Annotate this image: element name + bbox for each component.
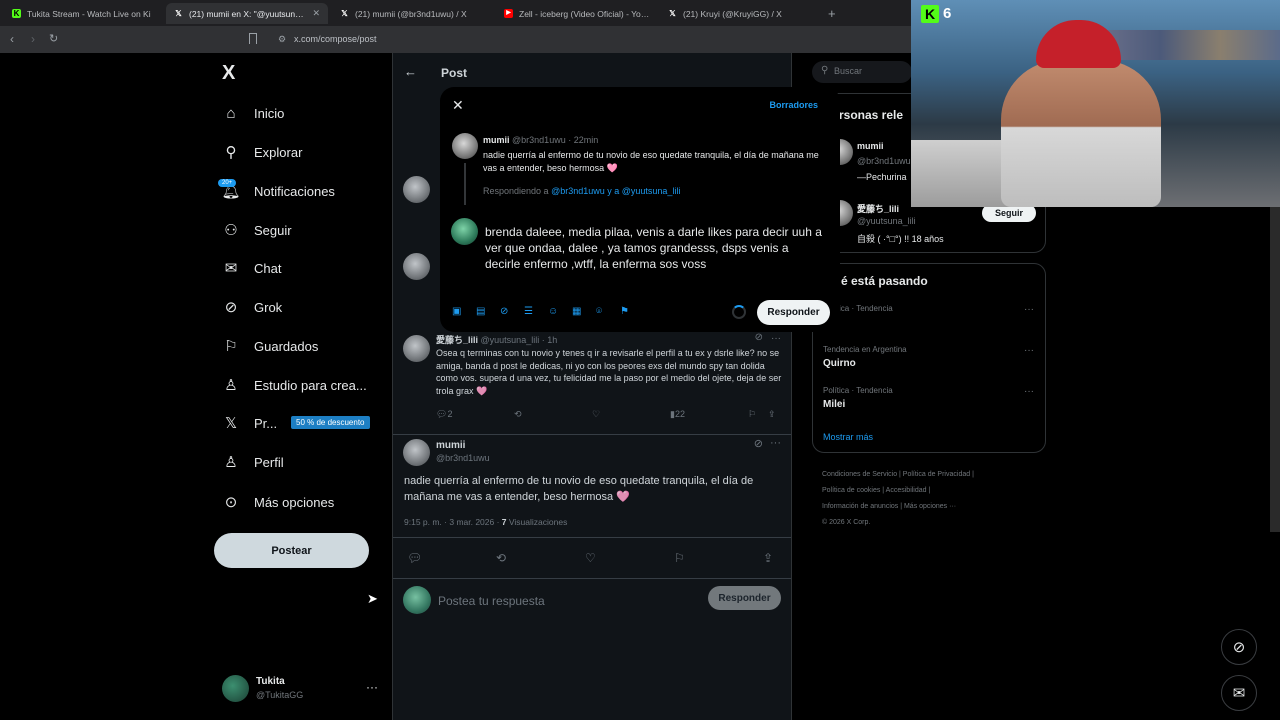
mouse-cursor-icon: ➤ [367,591,378,606]
x-premium-icon: 𝕏 [224,415,238,432]
search-input[interactable]: ⚲ Buscar [812,61,912,83]
more-icon[interactable]: ··· [366,680,378,694]
grok-icon: ⊘ [224,299,238,316]
sidebar-item-grok[interactable]: ⊘ Grok [222,292,282,322]
sidebar-item-guardados[interactable]: ⚐ Guardados [222,331,318,361]
reply-textarea[interactable]: brenda daleee, media pilaa, venis a darl… [485,224,825,272]
youtube-icon: ▶ [504,9,513,18]
poll-icon[interactable]: ☰ [524,306,533,317]
reload-icon[interactable]: ↻ [49,32,58,45]
post-button[interactable]: Postear [214,533,369,568]
scrollbar[interactable] [1270,207,1280,532]
account-handle: @TukitaGG [256,690,304,700]
more-icon[interactable]: ··· [1024,386,1034,397]
gif-icon[interactable]: ▤ [476,306,485,317]
close-icon[interactable]: ✕ [452,97,464,114]
quoted-text: nadie querría al enfermo de tu novio de … [483,150,819,173]
user-name[interactable]: mumii [857,141,884,151]
forward-icon[interactable]: › [31,32,35,46]
browser-tab[interactable]: 𝕏 (21) Kruyi (@KruyiGG) / X [660,3,820,24]
x-icon: 𝕏 [669,9,676,18]
drafts-button[interactable]: Borradores [769,100,818,110]
location-icon[interactable]: ⌾ [596,306,602,317]
avatar [452,133,478,159]
sidebar-item-chat[interactable]: ✉ Chat [222,253,282,283]
more-circle-icon: ⊙ [224,494,238,511]
x-icon: 𝕏 [175,9,182,18]
browser-tab[interactable]: K Tukita Stream - Watch Live on Ki [4,3,164,24]
streamer-cap [1036,20,1121,68]
more-icon[interactable]: ··· [1024,345,1034,356]
bookmark-icon[interactable] [249,33,257,44]
grok-icon[interactable]: ⊘ [500,306,508,317]
schedule-icon[interactable]: ▦ [572,306,581,317]
user-handle: @br3nd1uwu [857,156,911,166]
browser-tab-active[interactable]: 𝕏 (21) mumii en X: "@yuutsuna_lili ✕ [166,3,328,24]
premium-discount-badge: 50 % de descuento [291,416,370,429]
account-name: Tukita [256,676,285,687]
user-name[interactable]: 愛藤ち_lili [857,202,899,215]
viewer-count: 6 [943,5,952,22]
sidebar-item-inicio[interactable]: ⌂ Inicio [222,98,284,128]
sidebar-item-mas-opciones[interactable]: ⊙ Más opciones [222,487,335,517]
profile-icon: ♙ [224,454,238,471]
user-bio: 自殺 ( ·°□°) !! 18 años [857,234,944,244]
browser-tab[interactable]: 𝕏 (21) mumii (@br3nd1uwu) / X [332,3,494,24]
user-bio: —Pechurina [857,172,907,182]
panel-title: rsonas rele [839,108,904,122]
search-icon: ⚲ [821,65,829,76]
messages-floating-icon[interactable]: ✉ [1221,675,1257,711]
flag-icon[interactable]: ⚑ [620,306,629,317]
account-switcher[interactable]: Tukita @TukitaGG ··· [222,674,382,704]
grok-floating-icon[interactable]: ⊘ [1221,629,1257,665]
show-more-link[interactable]: Mostrar más [823,432,873,442]
person-add-icon: ⚇ [224,222,238,239]
back-icon[interactable]: ‹ [10,32,14,46]
bookmark-icon: ⚐ [224,338,238,355]
studio-icon: ♙ [224,377,238,394]
search-icon: ⚲ [225,144,237,161]
trend-item[interactable]: Política · Tendencia Milei ··· [823,386,1038,410]
character-counter-icon [732,305,746,319]
x-icon: 𝕏 [341,9,348,18]
webcam-overlay: K 6 [911,0,1280,207]
more-icon[interactable]: ··· [1024,304,1034,315]
trends-panel: é está pasando Política · Tendencia I ··… [812,263,1046,453]
url-field[interactable]: ⚙ x.com/compose/post [270,30,910,49]
replying-to: Respondiendo a @br3nd1uwu y a @yuutsuna_… [483,186,681,196]
trend-item[interactable]: Política · Tendencia I ··· [823,304,1038,328]
home-icon: ⌂ [226,104,236,122]
sidebar-item-estudio[interactable]: ♙ Estudio para crea... [222,370,366,400]
image-icon[interactable]: ▣ [452,306,461,317]
mail-icon: ✉ [224,260,238,277]
compose-modal: ✕ Borradores mumii @br3nd1uwu · 22min na… [440,87,840,332]
quoted-header: mumii @br3nd1uwu · 22min [483,135,599,145]
close-tab-icon[interactable]: ✕ [312,8,320,19]
kick-icon: K [12,9,21,18]
avatar [451,218,478,245]
sidebar-item-notificaciones[interactable]: 🔔︎ Notificaciones [221,176,334,206]
webcam-shelf [1101,30,1280,60]
reply-submit-button[interactable]: Responder [757,300,830,325]
avatar [222,675,249,702]
sidebar-item-perfil[interactable]: ♙ Perfil [222,447,283,477]
sidebar-item-explorar[interactable]: ⚲ Explorar [222,137,303,167]
streamer [1001,60,1161,207]
sidebar-item-premium[interactable]: 𝕏 Pr... [222,408,277,438]
compose-toolbar: ▣ ▤ ⊘ ☰ ☺ ▦ ⌾ ⚑ [452,306,652,320]
x-logo[interactable]: X [222,62,235,85]
trend-item[interactable]: Tendencia en Argentina Quirno ··· [823,345,1038,369]
browser-tab[interactable]: ▶ Zell - iceberg (Video Oficial) - YouTu… [496,3,658,24]
thread-line [464,163,466,205]
new-tab-button[interactable]: + [828,6,836,21]
emoji-icon[interactable]: ☺ [548,306,558,317]
sidebar-item-seguir[interactable]: ⚇ Seguir [222,215,291,245]
footer-links: Condiciones de Servicio | Política de Pr… [822,471,974,526]
site-info-icon[interactable]: ⚙ [278,34,286,45]
kick-icon: K [921,5,939,23]
notification-badge: 20+ [218,179,237,187]
panel-title: é está pasando [841,274,928,288]
user-handle: @yuutsuna_lili [857,216,916,226]
